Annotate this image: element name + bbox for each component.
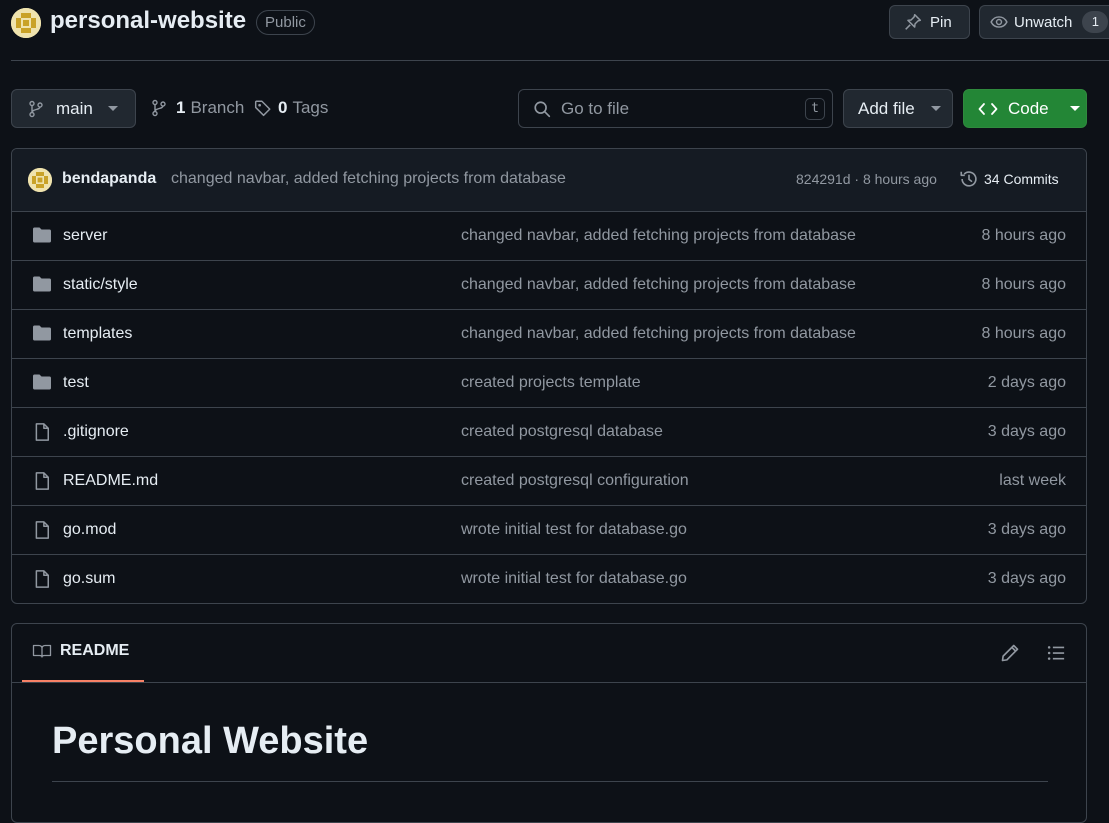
file-name[interactable]: go.sum [63, 570, 115, 588]
eye-icon [990, 13, 1008, 31]
branch-icon [151, 99, 167, 117]
chevron-down-icon [107, 106, 118, 111]
file-commit-age: 8 hours ago [981, 276, 1066, 293]
tag-icon [254, 99, 272, 117]
branch-name: main [56, 98, 93, 118]
chevron-down-icon [930, 106, 941, 111]
folder-icon [32, 226, 52, 244]
file-icon [32, 422, 52, 442]
file-name[interactable]: static/style [63, 276, 138, 294]
unwatch-label: Unwatch [1014, 13, 1073, 31]
chevron-down-icon [1069, 106, 1080, 111]
latest-commit-bar: bendapanda changed navbar, added fetchin… [12, 149, 1086, 212]
file-row[interactable]: go.mod wrote initial test for database.go… [12, 506, 1086, 555]
readme-heading: Personal Website [52, 720, 369, 762]
tag-count: 0 [278, 98, 288, 117]
file-commit-age: 3 days ago [987, 570, 1066, 587]
header-divider [11, 60, 1109, 61]
file-row[interactable]: .gitignore created postgresql database 3 d… [12, 408, 1086, 457]
file-row[interactable]: templates changed navbar, added fetching … [12, 310, 1086, 359]
file-name[interactable]: README.md [63, 472, 158, 490]
tag-count-label: Tags [292, 98, 329, 117]
file-name[interactable]: test [63, 374, 89, 392]
file-commit-age: 8 hours ago [981, 227, 1066, 244]
file-row[interactable]: static/style changed navbar, added fetchi… [12, 261, 1086, 310]
commit-author[interactable]: bendapanda [62, 170, 156, 188]
folder-icon [32, 275, 52, 293]
branch-count: 1 [176, 98, 186, 117]
commits-count: 34 Commits [984, 171, 1059, 187]
file-commit-message[interactable]: wrote initial test for database.go [461, 570, 687, 588]
commit-message[interactable]: changed navbar, added fetching projects … [171, 170, 566, 188]
file-row[interactable]: go.sum wrote initial test for database.go… [12, 555, 1086, 603]
file-commit-age: last week [999, 472, 1066, 489]
code-label: Code [1008, 98, 1049, 118]
file-name[interactable]: templates [63, 325, 132, 343]
history-icon [959, 169, 979, 189]
file-row[interactable]: server changed navbar, added fetching pro… [12, 212, 1086, 261]
file-commit-message[interactable]: created postgresql database [461, 423, 663, 441]
pin-label: Pin [930, 13, 952, 31]
search-icon [533, 100, 551, 118]
folder-icon [32, 373, 52, 391]
file-icon [32, 471, 52, 491]
branches-link[interactable]: 1 Branch [151, 98, 244, 118]
file-commit-age: 2 days ago [987, 374, 1066, 391]
outline-button[interactable] [1046, 643, 1066, 663]
file-row[interactable]: README.md created postgresql configuratio… [12, 457, 1086, 506]
code-icon [978, 100, 998, 118]
unwatch-button[interactable]: Unwatch 1 [979, 5, 1109, 39]
file-name[interactable]: .gitignore [63, 423, 129, 441]
list-icon [1046, 643, 1066, 663]
visibility-badge: Public [256, 10, 315, 35]
active-tab-indicator [22, 680, 144, 682]
file-commit-message[interactable]: changed navbar, added fetching projects … [461, 227, 856, 245]
book-icon [32, 642, 52, 660]
readme-tab-label: README [60, 642, 130, 659]
file-commit-message[interactable]: changed navbar, added fetching projects … [461, 325, 856, 343]
code-button[interactable]: Code [963, 89, 1087, 128]
add-file-label: Add file [858, 98, 915, 118]
file-commit-message[interactable]: changed navbar, added fetching projects … [461, 276, 856, 294]
watch-count: 1 [1082, 11, 1109, 33]
tags-link[interactable]: 0 Tags [254, 98, 328, 118]
file-icon [32, 520, 52, 540]
commit-author-avatar[interactable] [28, 168, 52, 192]
file-row[interactable]: test created projects template 2 days ago [12, 359, 1086, 408]
file-commit-age: 8 hours ago [981, 325, 1066, 342]
keyboard-shortcut-hint: t [805, 98, 825, 120]
readme-panel: README Personal Website [11, 623, 1087, 823]
file-commit-message[interactable]: created projects template [461, 374, 641, 392]
file-commit-message[interactable]: wrote initial test for database.go [461, 521, 687, 539]
readme-tab[interactable]: README [32, 642, 129, 660]
folder-icon [32, 324, 52, 342]
pin-button[interactable]: Pin [889, 5, 970, 39]
edit-readme-button[interactable] [1000, 643, 1020, 663]
branch-icon [28, 100, 44, 118]
file-commit-age: 3 days ago [987, 423, 1066, 440]
file-name[interactable]: server [63, 227, 107, 245]
pencil-icon [1000, 643, 1020, 663]
go-to-file-search[interactable]: Go to file t [518, 89, 833, 128]
branch-count-label: Branch [190, 98, 245, 117]
repo-owner-avatar[interactable] [11, 8, 41, 38]
file-table: bendapanda changed navbar, added fetchin… [11, 148, 1087, 604]
file-commit-age: 3 days ago [987, 521, 1066, 538]
repo-name[interactable]: personal-website [50, 7, 246, 35]
add-file-button[interactable]: Add file [843, 89, 953, 128]
branch-selector[interactable]: main [11, 89, 136, 128]
commit-hash-time[interactable]: 824291d · 8 hours ago [796, 171, 937, 187]
heading-rule [52, 781, 1048, 782]
readme-header-divider [12, 682, 1086, 683]
file-name[interactable]: go.mod [63, 521, 116, 539]
commits-history-link[interactable]: 34 Commits [959, 169, 1059, 189]
file-icon [32, 569, 52, 589]
file-commit-message[interactable]: created postgresql configuration [461, 472, 689, 490]
search-placeholder: Go to file [561, 98, 630, 118]
pin-icon [904, 13, 922, 31]
